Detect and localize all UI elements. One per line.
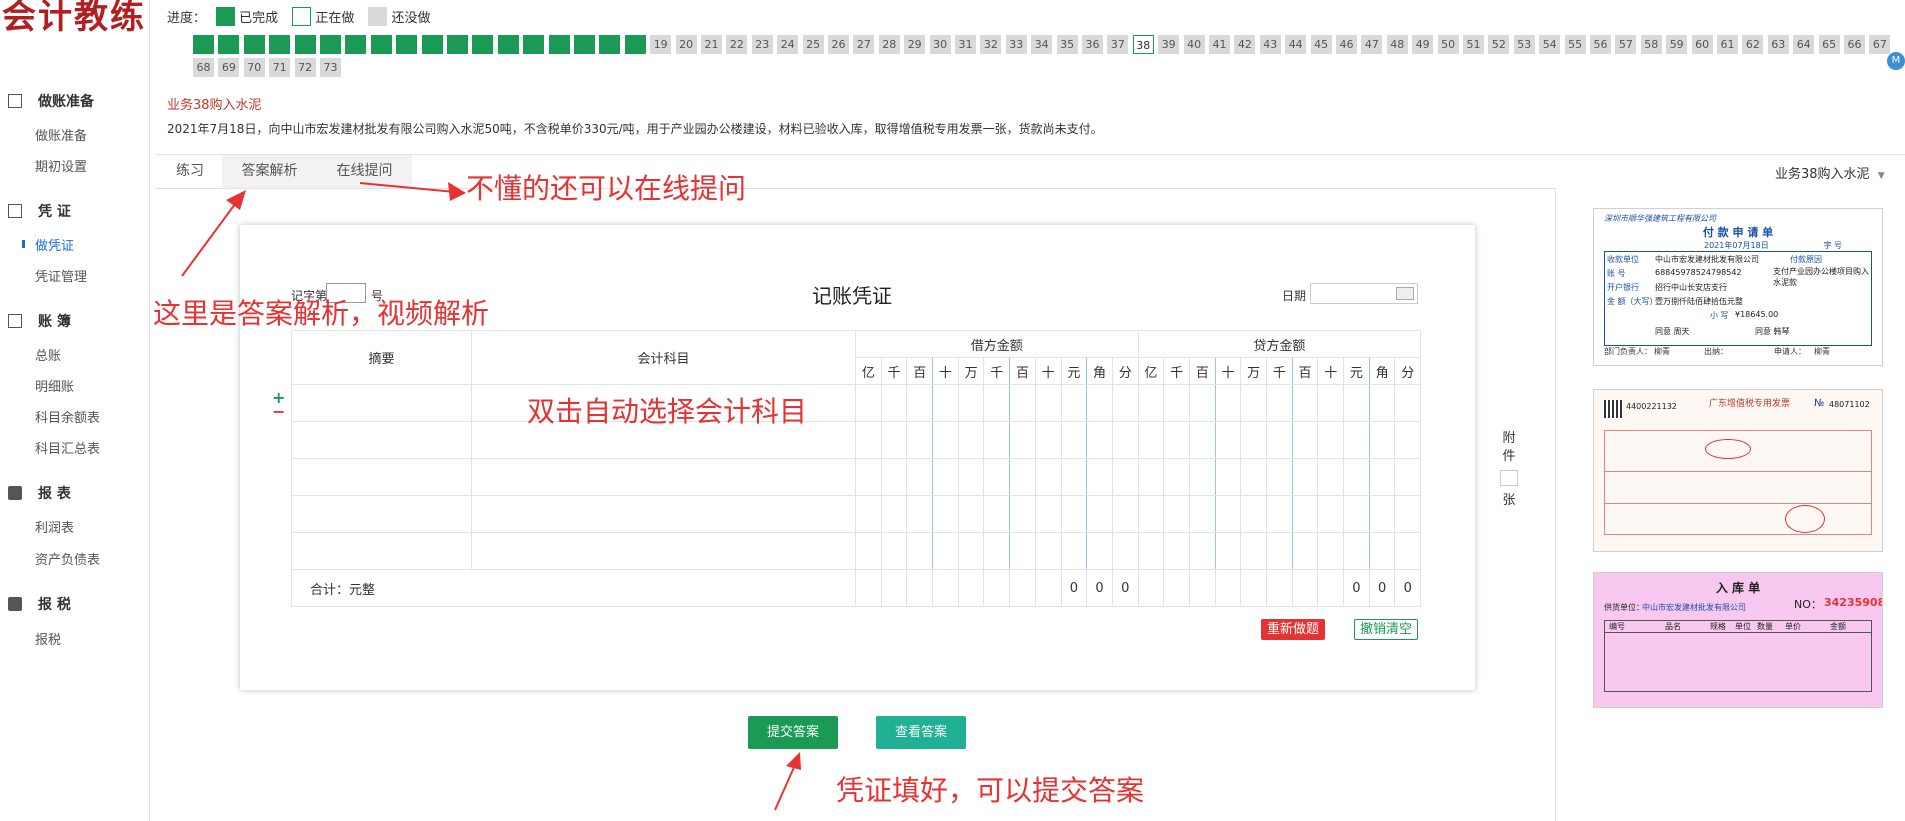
tax-seal [1705, 439, 1751, 459]
receipt-table: 编号 品名 规格 单位 数量 单价 金额 [1604, 620, 1872, 692]
arrow-analysis-line [181, 199, 239, 277]
arrow-ask-line [359, 182, 456, 193]
invoice-body [1604, 430, 1872, 535]
payment-request-thumbnail[interactable]: 深圳市顺华强建筑工程有限公司 付 款 申 请 单 2021年07月18日 字 号… [1593, 208, 1883, 366]
invoice-thumbnail[interactable]: 4400221132 广东增值税专用发票 № 48071102 [1593, 389, 1883, 552]
seal-stamp [1785, 505, 1825, 533]
arrow-ask-head [448, 182, 466, 201]
arrow-submit-head [786, 752, 801, 770]
arrow-submit-line [774, 764, 796, 811]
qr-code-icon [1604, 400, 1622, 418]
arrow-analysis-head [226, 190, 246, 210]
receipt-thumbnail[interactable]: 入 库 单 供货单位： 中山市宏发建材批发有限公司 NO： 34235908 编… [1593, 572, 1883, 708]
